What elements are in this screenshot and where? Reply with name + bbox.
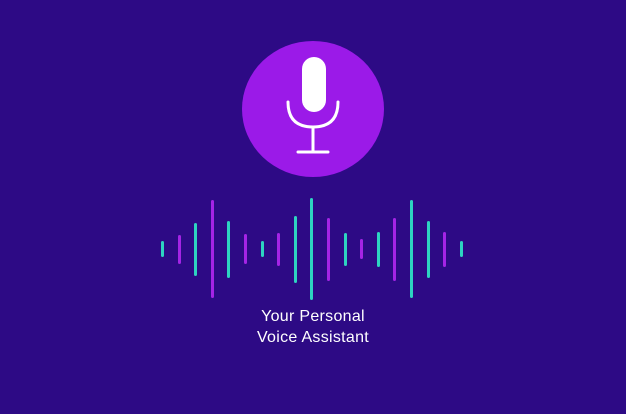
tagline-line-1: Your Personal bbox=[261, 308, 365, 325]
waveform-bar bbox=[443, 232, 446, 267]
waveform-bar bbox=[393, 218, 396, 281]
microphone-icon bbox=[286, 57, 340, 154]
waveform-bar bbox=[261, 241, 264, 257]
tagline: Your Personal Voice Assistant bbox=[0, 306, 626, 348]
waveform-bar bbox=[194, 223, 197, 276]
tagline-line-2: Voice Assistant bbox=[256, 329, 370, 346]
waveform-bar bbox=[344, 233, 347, 266]
microphone-button[interactable] bbox=[242, 41, 384, 177]
waveform-bar bbox=[227, 221, 230, 278]
waveform-bar bbox=[211, 200, 214, 298]
waveform-bar bbox=[377, 232, 380, 267]
waveform-bar bbox=[427, 221, 430, 278]
waveform-bar bbox=[277, 233, 280, 266]
waveform-bar bbox=[410, 200, 413, 298]
waveform-bar bbox=[178, 235, 181, 264]
waveform-bar bbox=[460, 241, 463, 257]
waveform-bar bbox=[360, 239, 363, 259]
voice-assistant-banner: Your Personal Voice Assistant bbox=[0, 0, 626, 414]
waveform-bar bbox=[244, 234, 247, 264]
waveform-bar bbox=[161, 241, 164, 257]
waveform-bar bbox=[294, 216, 297, 283]
waveform-bar bbox=[310, 198, 313, 300]
sound-waveform bbox=[150, 198, 476, 300]
waveform-bar bbox=[327, 218, 330, 281]
